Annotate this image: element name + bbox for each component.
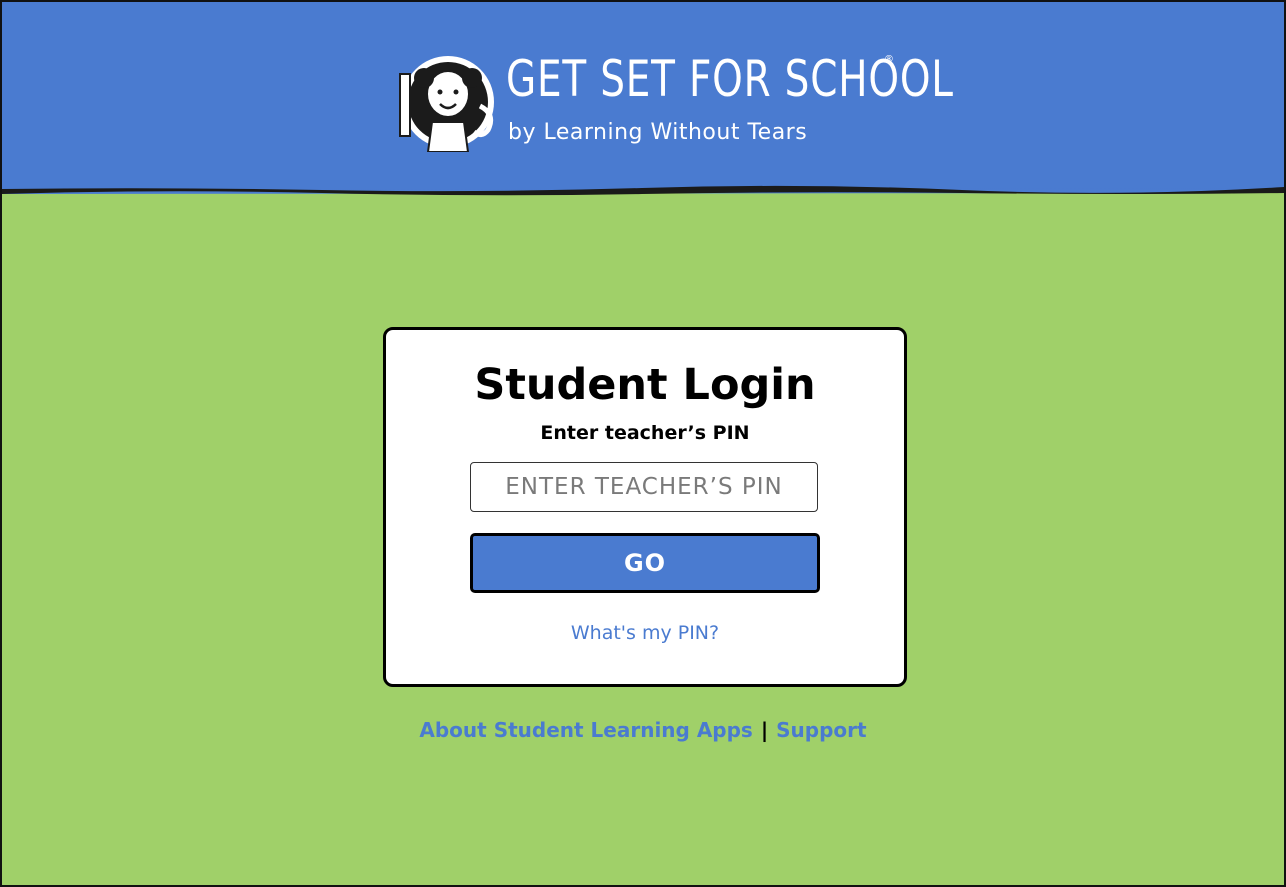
login-card: Student Login Enter teacher’s PIN GO Wha… (383, 327, 907, 687)
footer-separator: | (760, 718, 769, 742)
footer-links: About Student Learning Apps | Support (2, 718, 1284, 742)
registered-mark: ® (884, 54, 894, 65)
login-title: Student Login (474, 360, 816, 410)
header-divider (2, 185, 1284, 196)
header-banner: GET SET FOR SCHOOL ® by Learning Without… (2, 2, 1284, 192)
login-subtitle: Enter teacher’s PIN (540, 422, 750, 444)
whats-my-pin-link[interactable]: What's my PIN? (386, 622, 904, 644)
about-apps-link[interactable]: About Student Learning Apps (419, 718, 752, 742)
brand-subtitle: by Learning Without Tears (508, 120, 808, 145)
teacher-pin-input[interactable] (470, 462, 818, 512)
support-link[interactable]: Support (776, 718, 866, 742)
page-frame: GET SET FOR SCHOOL ® by Learning Without… (0, 0, 1286, 887)
go-button[interactable]: GO (470, 533, 820, 593)
brand-logo[interactable]: GET SET FOR SCHOOL ® by Learning Without… (394, 50, 953, 152)
girl-mascot-icon (399, 56, 494, 152)
